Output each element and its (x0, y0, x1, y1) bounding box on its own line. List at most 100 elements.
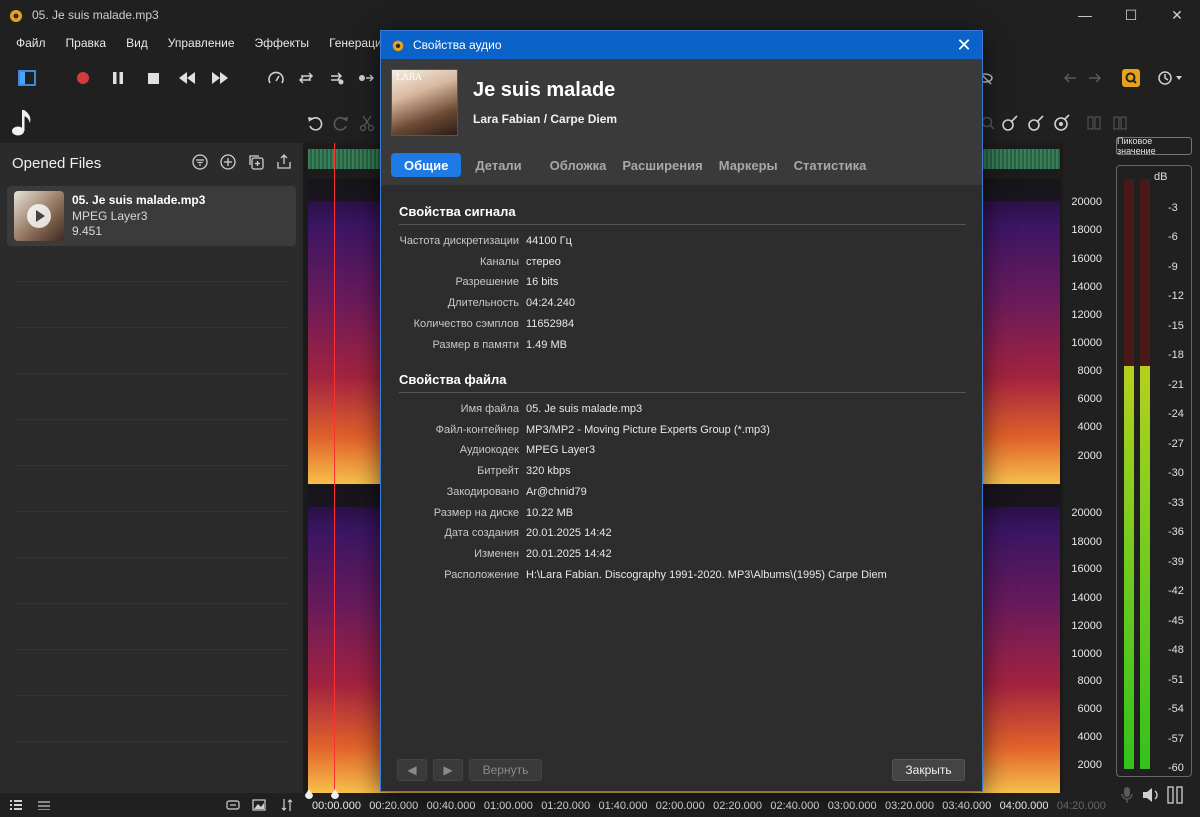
freq-tick: 10000 (1071, 337, 1102, 349)
speed-icon[interactable] (266, 68, 286, 88)
marker-pin-icon[interactable] (1000, 113, 1020, 133)
channel-split-icon[interactable] (1084, 113, 1104, 133)
speaker-icon[interactable] (1142, 786, 1160, 807)
peak-value-button[interactable]: Пиковое значение (1116, 136, 1192, 156)
close-button[interactable]: Закрыть (892, 759, 965, 781)
app-logo-icon (392, 40, 404, 52)
freq-tick: 18000 (1071, 224, 1102, 236)
rewind-icon[interactable] (177, 68, 197, 88)
db-tick: -42 (1168, 585, 1184, 597)
next-file-button[interactable]: ▶ (433, 759, 463, 781)
signal-property-label: Размер в памяти (432, 338, 519, 351)
minimize-button[interactable]: — (1062, 0, 1108, 30)
filter-icon[interactable] (191, 153, 209, 171)
playhead-cursor[interactable] (334, 143, 335, 793)
microphone-icon[interactable] (1120, 786, 1134, 807)
timeline[interactable]: 00:00.000 00:20.000 00:40.000 01:00.000 01:2… (303, 789, 1106, 817)
db-tick: -57 (1168, 732, 1184, 745)
meter-mode-icon[interactable] (1167, 786, 1183, 807)
db-tick: -51 (1168, 673, 1184, 686)
file-property-label: Размер на диске (433, 506, 519, 519)
record-icon[interactable] (73, 68, 93, 88)
file-property-value: H:\Lara Fabian. Discography 1991-2020. M… (526, 568, 887, 581)
db-tick: -60 (1168, 762, 1184, 774)
pause-icon[interactable] (108, 68, 128, 88)
freq-tick: 14000 (1071, 592, 1102, 604)
marker-pin-2-icon[interactable] (1026, 113, 1046, 133)
play-icon[interactable] (27, 204, 51, 228)
tab-extensions[interactable]: Расширения (614, 153, 710, 177)
file-list-item[interactable]: 05. Je suis malade.mp3 MPEG Layer3 9.451 (7, 186, 296, 246)
spectrogram-view-icon[interactable] (252, 799, 266, 814)
stop-icon[interactable] (143, 68, 163, 88)
time-tick: 03:00.000 (827, 800, 877, 812)
export-icon[interactable] (275, 153, 293, 171)
prev-file-button[interactable]: ◀ (397, 759, 427, 781)
divider (14, 649, 290, 650)
list-view-icon[interactable] (10, 799, 22, 814)
signal-property-value: 44100 Гц (526, 235, 572, 247)
db-tick: -6 (1168, 231, 1178, 243)
music-note-icon (10, 107, 36, 140)
db-tick: -36 (1168, 526, 1184, 538)
db-tick: -9 (1168, 260, 1178, 273)
db-tick: -30 (1168, 467, 1184, 479)
dialog-close-icon[interactable]: ✕ (954, 35, 974, 55)
back-arrow-icon[interactable] (1060, 68, 1080, 88)
dialog-header: LARA Je suis malade Lara Fabian / Carpe … (381, 59, 982, 185)
undo-icon[interactable] (305, 113, 325, 133)
db-tick: -21 (1168, 378, 1184, 391)
tab-statistics[interactable]: Статистика (786, 153, 875, 177)
menu-view[interactable]: Вид (116, 36, 158, 50)
forward-arrow-icon[interactable] (1085, 68, 1105, 88)
level-meter: Пиковое значение dB -3 -6 -9 -12 -15 -18 -21 -2… (1108, 136, 1200, 793)
search-icon[interactable] (1121, 68, 1141, 88)
loop-icon[interactable] (296, 68, 316, 88)
marker-pin-3-icon[interactable] (1052, 113, 1072, 133)
time-tick: 04:00.000 (999, 800, 1049, 812)
sidebar-toggle-icon[interactable] (17, 68, 37, 88)
maximize-button[interactable]: ☐ (1108, 0, 1154, 30)
revert-button[interactable]: Вернуть (469, 759, 542, 781)
meter-left-fill (1124, 365, 1134, 769)
divider (14, 603, 290, 604)
freq-tick: 6000 (1077, 703, 1102, 715)
tab-markers[interactable]: Маркеры (711, 153, 786, 177)
audio-properties-dialog: Свойства аудио ✕ LARA Je suis malade Lar… (380, 30, 983, 792)
db-tick: -24 (1168, 408, 1184, 420)
file-property-value: 20.01.2025 14:42 (526, 527, 612, 540)
duplicate-icon[interactable] (247, 153, 265, 171)
menu-edit[interactable]: Правка (56, 36, 117, 50)
history-icon[interactable] (1155, 68, 1185, 88)
tab-general[interactable]: Общие (391, 153, 462, 177)
tab-details[interactable]: Детали (467, 153, 529, 177)
menu-effects[interactable]: Эффекты (245, 36, 320, 50)
add-file-icon[interactable] (219, 153, 237, 171)
freq-tick: 12000 (1071, 620, 1102, 632)
file-property-label: Имя файла (460, 403, 519, 415)
freq-tick: 8000 (1077, 365, 1102, 377)
title-bar: 05. Je suis malade.mp3 — ☐ ✕ (0, 0, 1200, 30)
channel-merge-icon[interactable] (1110, 113, 1130, 133)
cut-icon[interactable] (357, 113, 377, 133)
repeat-add-icon[interactable] (326, 68, 346, 88)
dialog-footer: ◀ ▶ Вернуть Закрыть (381, 755, 982, 791)
divider (14, 695, 290, 696)
tab-cover[interactable]: Обложка (542, 153, 615, 177)
menu-control[interactable]: Управление (158, 36, 245, 50)
signal-section-title: Свойства сигнала (399, 204, 516, 219)
waveform-view-icon[interactable] (226, 799, 240, 814)
time-tick: 02:40.000 (770, 800, 820, 812)
sort-icon[interactable] (281, 798, 293, 815)
signal-property-value: 16 bits (526, 276, 559, 289)
status-bar (0, 793, 303, 817)
file-property-value: MP3/MP2 - Moving Picture Experts Group (… (526, 423, 770, 436)
follow-icon[interactable] (356, 68, 376, 88)
redo-icon[interactable] (331, 113, 351, 133)
close-window-button[interactable]: ✕ (1154, 0, 1200, 30)
compact-view-icon[interactable] (38, 799, 50, 814)
signal-property-label: Разрешение (455, 276, 519, 289)
fast-forward-icon[interactable] (210, 68, 230, 88)
freq-tick: 16000 (1071, 253, 1102, 265)
menu-file[interactable]: Файл (6, 36, 56, 50)
